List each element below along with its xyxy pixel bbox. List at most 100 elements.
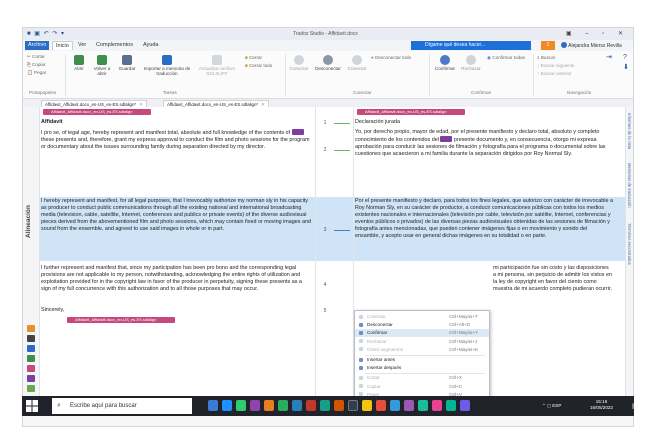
document-tab-target[interactable]: Affidavit_Affidavit.docx_en-US_es-ES.sdl… [163, 100, 269, 107]
menu-item-desconectar[interactable]: Desconectar Ctrl+Alt+D [355, 321, 489, 328]
connect-button-1[interactable]: Conectar [289, 55, 309, 71]
document-tab-source[interactable]: Affidavit_Affidavit.docx_en-US_es-ES.sdl… [41, 100, 147, 107]
source-segment-1[interactable]: Affidavit [41, 119, 311, 126]
menu-item-shortcut: Ctrl+Mayús+Y [449, 330, 479, 336]
quick-access-toolbar[interactable]: ■ ▣ ↶ ↷ ▾ [27, 30, 65, 37]
disconnect-all-button[interactable]: ● Desconectar todo [371, 55, 411, 61]
menu-item-cortar[interactable]: Cortar Ctrl+X [355, 374, 489, 381]
open-button[interactable]: Abrir [69, 55, 89, 71]
close-button[interactable]: ■ Cerrar [245, 55, 262, 61]
copy-button[interactable]: ⎘ Copiar [27, 62, 46, 68]
target-segment-3[interactable]: Por el presente manifiesto y declaro, pa… [355, 198, 613, 260]
menu-item-insertar-después[interactable]: Insertar después [355, 364, 489, 371]
app-icon[interactable] [418, 400, 428, 411]
app-icon[interactable] [446, 400, 456, 411]
app-icon[interactable] [348, 400, 358, 411]
outlook-icon[interactable] [320, 400, 330, 411]
tm-icon[interactable] [27, 385, 35, 392]
document-tabs: Affidavit_Affidavit.docx_en-US_es-ES.sdl… [23, 99, 633, 107]
app-icon[interactable] [390, 400, 400, 411]
tell-me-search-input[interactable]: Dígame qué desea hacer... [411, 41, 531, 50]
notifications-badge[interactable]: 1 [541, 41, 555, 50]
panel-view-reports[interactable]: Informes de la vista [627, 113, 632, 149]
language-indicator[interactable]: ESP [552, 403, 561, 408]
find-button[interactable]: ⌕ Buscar [537, 55, 555, 61]
word-icon[interactable] [292, 400, 302, 411]
clock[interactable]: 15:16 16/05/2022 [590, 399, 613, 411]
save-button[interactable]: Guardar [115, 55, 139, 71]
menu-item-conectar[interactable]: Conectar Ctrl+Mayús+T [355, 313, 489, 320]
source-segment-4[interactable]: I further represent and manifest that, s… [41, 265, 311, 293]
home-icon[interactable] [27, 325, 35, 332]
notification-center-icon[interactable]: ▤ [632, 402, 639, 410]
teams-icon[interactable] [250, 400, 260, 411]
report-icon[interactable] [27, 375, 35, 382]
update-sdlxliff-button[interactable]: Actualizar archivo SDLXLIFF [195, 55, 239, 76]
avatar-icon [561, 42, 567, 48]
menu-item-copiar[interactable]: Copiar Ctrl+C [355, 383, 489, 390]
connect-button-2[interactable]: Conectar [346, 55, 368, 71]
help-button[interactable]: ? [623, 54, 627, 61]
next-arrow-button[interactable]: ⬇ [623, 64, 629, 71]
target-segment-2[interactable]: Yo, por derecho propio, mayor de edad, p… [355, 129, 613, 158]
target-segment-1[interactable]: Declaración jurada [355, 119, 613, 126]
source-segment-3[interactable]: I hereby represent and manifest, for all… [41, 198, 311, 233]
tab-file[interactable]: Archivo [25, 41, 50, 50]
window-controls[interactable]: ▣ – ▫ ✕ [566, 30, 629, 37]
edit-icon[interactable] [27, 365, 35, 372]
find-next-icon: ↓ [537, 63, 540, 68]
tab-help[interactable]: Ayuda [140, 41, 162, 50]
panel-translation-memories[interactable]: Memorias de traducción [627, 163, 632, 208]
source-segment-5[interactable]: Sincerely, [41, 307, 311, 314]
document-icon[interactable] [27, 345, 35, 352]
menu-item-rechazar[interactable]: Rechazar Ctrl+Mayús+J [355, 338, 489, 345]
confirm-all-button[interactable]: ◉ Confirmar todas [487, 55, 525, 61]
goto-button[interactable]: ⇥ [606, 54, 612, 61]
tab-home[interactable]: Inicio [52, 41, 73, 50]
find-next-button[interactable]: ↓ Buscar siguiente [537, 63, 575, 69]
app-icon[interactable] [460, 400, 470, 411]
trados-icon[interactable] [334, 400, 344, 411]
cut-button[interactable]: ✂ Cortar [27, 54, 45, 60]
chrome-icon[interactable] [236, 400, 246, 411]
taskbar-search-input[interactable]: ⌕ Escribe aquí para buscar [52, 398, 192, 414]
windows-start-icon[interactable] [26, 400, 38, 412]
powerpoint-icon[interactable] [306, 400, 316, 411]
list-icon[interactable] [27, 335, 35, 342]
menu-item-insertar-antes[interactable]: Insertar antes [355, 356, 489, 363]
import-tm-button[interactable]: Importar a memoria de traducción [143, 55, 191, 76]
user-account[interactable]: Alejandra Miersz Revilla [561, 42, 622, 49]
app-icon[interactable] [432, 400, 442, 411]
inline-tag-icon [291, 129, 304, 135]
confirm-button[interactable]: Confirmar [433, 55, 457, 71]
right-sidebar: Informes de la vista Memorias de traducc… [625, 107, 633, 407]
target-segment-4[interactable]: mi participación fue sin costo y las dis… [493, 265, 613, 293]
taskview-icon[interactable] [208, 400, 218, 411]
edge-icon[interactable] [222, 400, 232, 411]
menu-item-confirmar[interactable]: Confirmar Ctrl+Mayús+Y [355, 329, 489, 337]
explorer-icon[interactable] [264, 400, 274, 411]
panel-terms-found[interactable]: Términos encontrados [627, 223, 632, 265]
alignment-connector[interactable] [334, 150, 350, 151]
menu-item-omitir-segmentos[interactable]: Omitir segmentos Ctrl+Mayús+K [355, 346, 489, 353]
excel-icon[interactable] [278, 400, 288, 411]
files-icon[interactable] [27, 355, 35, 362]
reopen-button[interactable]: Volver a abrir [91, 55, 113, 76]
menu-item-icon [359, 339, 363, 344]
find-prev-button[interactable]: ↑ Buscar anterior [537, 71, 572, 77]
alignment-connector[interactable] [334, 123, 350, 124]
search-icon: ⌕ [57, 402, 61, 409]
disconnect-button[interactable]: Desconectar [313, 55, 343, 71]
tab-view[interactable]: Ver [75, 41, 89, 50]
tab-addins[interactable]: Complementos [93, 41, 136, 50]
tray-icons[interactable]: ⌃ ◻ ESP [542, 403, 561, 409]
close-all-button[interactable]: ■ Cerrar todo [245, 63, 272, 69]
alignment-connector[interactable] [334, 230, 350, 231]
reject-button[interactable]: Rechazar [459, 55, 483, 71]
paste-button[interactable]: 📋 Pegar [27, 70, 46, 76]
save-icon [122, 55, 132, 65]
acrobat-icon[interactable] [376, 400, 386, 411]
source-segment-2[interactable]: I pro se, of legal age, hereby represent… [41, 129, 311, 151]
folder-icon[interactable] [362, 400, 372, 411]
app-icon[interactable] [404, 400, 414, 411]
